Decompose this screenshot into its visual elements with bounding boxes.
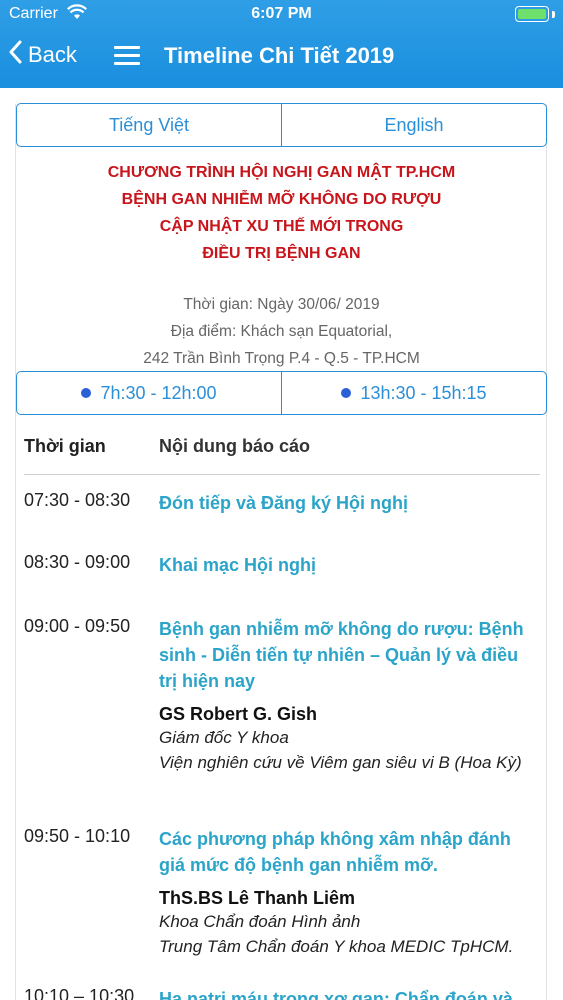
battery-icon (515, 6, 549, 22)
row-topic[interactable]: Hạ natri máu trong xơ gan: Chẩn đoán và (159, 986, 539, 1000)
row-time: 09:50 - 10:10 (24, 826, 131, 846)
language-vietnamese-button[interactable]: Tiếng Việt (17, 104, 281, 146)
session-morning-tab[interactable]: 7h:30 - 12h:00 (17, 372, 281, 414)
conference-title: CHƯƠNG TRÌNH HỘI NGHỊ GAN MẬT TP.HCM BỆN… (15, 159, 548, 267)
row-affiliation: Trung Tâm Chẩn đoán Y khoa MEDIC TpHCM. (159, 937, 514, 956)
dot-icon (341, 388, 352, 398)
column-header-content: Nội dung báo cáo (159, 436, 310, 456)
back-button[interactable]: Back (8, 40, 77, 69)
row-affiliation: Khoa Chẩn đoán Hình ảnh (159, 912, 361, 931)
session-morning-label: 7h:30 - 12h:00 (100, 382, 217, 403)
session-afternoon-tab[interactable]: 13h:30 - 15h:15 (281, 372, 546, 414)
conference-title-line: ĐIỀU TRỊ BỆNH GAN (202, 245, 361, 262)
row-topic[interactable]: Khai mạc Hội nghị (159, 552, 539, 578)
event-date: Thời gian: Ngày 30/06/ 2019 (183, 296, 380, 313)
row-body: Khai mạc Hội nghị (159, 552, 539, 578)
row-affiliation: Giám đốc Y khoa (159, 728, 289, 747)
session-switcher: 7h:30 - 12h:00 13h:30 - 15h:15 (16, 371, 547, 415)
row-speaker: ThS.BS Lê Thanh Liêm (159, 888, 356, 908)
status-bar: Carrier 6:07 PM (0, 0, 563, 30)
row-body: Đón tiếp và Đăng ký Hội nghị (159, 490, 539, 516)
navigation-bar: Back Timeline Chi Tiết 2019 (0, 36, 563, 80)
event-address: 242 Trần Bình Trọng P.4 - Q.5 - TP.HCM (143, 350, 420, 367)
event-info: Thời gian: Ngày 30/06/ 2019 Địa điểm: Kh… (15, 291, 548, 372)
row-affiliation: Viện nghiên cứu về Viêm gan siêu vi B (H… (159, 753, 522, 772)
row-topic[interactable]: Đón tiếp và Đăng ký Hội nghị (159, 490, 539, 516)
row-body: Bệnh gan nhiễm mỡ không do rượu: Bệnh si… (159, 616, 539, 775)
chevron-left-icon (8, 40, 22, 69)
clock: 6:07 PM (251, 5, 312, 22)
conference-title-line: BỆNH GAN NHIỄM MỠ KHÔNG DO RƯỢU (121, 191, 442, 208)
row-time: 08:30 - 09:00 (24, 552, 131, 572)
row-topic[interactable]: Các phương pháp không xâm nhập đánh giá … (159, 826, 539, 878)
battery-nub (552, 11, 555, 18)
conference-title-line: CHƯƠNG TRÌNH HỘI NGHỊ GAN MẬT TP.HCM (107, 164, 456, 181)
row-time: 07:30 - 08:30 (24, 490, 131, 510)
dot-icon (81, 388, 92, 398)
row-time: 10:10 – 10:30 (24, 986, 135, 1000)
session-afternoon-label: 13h:30 - 15h:15 (360, 382, 487, 403)
language-switcher: Tiếng Việt English (16, 103, 547, 147)
row-speaker: GS Robert G. Gish (159, 704, 318, 724)
row-time: 09:00 - 09:50 (24, 616, 131, 636)
header-divider (24, 474, 540, 475)
hamburger-menu-icon[interactable] (114, 46, 140, 66)
language-english-button[interactable]: English (281, 104, 546, 146)
event-venue: Địa điểm: Khách sạn Equatorial, (170, 323, 393, 340)
column-header-time: Thời gian (24, 436, 106, 456)
conference-title-line: CẬP NHẬT XU THẾ MỚI TRONG (159, 218, 404, 235)
page-title: Timeline Chi Tiết 2019 (164, 43, 395, 68)
back-label: Back (28, 41, 77, 67)
row-topic[interactable]: Bệnh gan nhiễm mỡ không do rượu: Bệnh si… (159, 616, 539, 694)
row-body: Các phương pháp không xâm nhập đánh giá … (159, 826, 539, 959)
row-body: Hạ natri máu trong xơ gan: Chẩn đoán và (159, 986, 539, 1000)
app-header: Carrier 6:07 PM Back Timeline Chi Tiết 2… (0, 0, 563, 88)
